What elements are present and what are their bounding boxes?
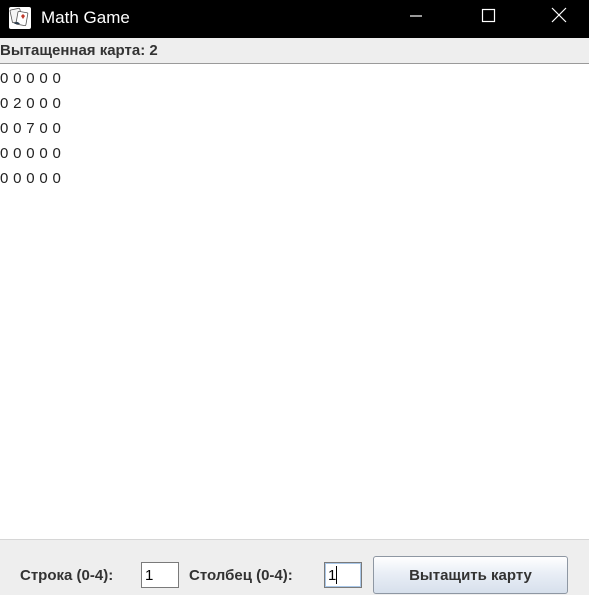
drawn-card-label: Вытащенная карта: 2 [0, 38, 589, 64]
board-row: 0 0 7 0 0 [0, 120, 62, 137]
minimize-button[interactable] [393, 0, 439, 32]
title-bar[interactable]: Math Game [0, 0, 589, 38]
column-label: Столбец (0-4): [189, 567, 293, 584]
row-input[interactable] [141, 562, 179, 588]
board-row: 0 2 0 0 0 [0, 95, 62, 112]
board-row: 0 0 0 0 0 [0, 170, 62, 187]
close-icon [551, 7, 567, 23]
board-row: 0 0 0 0 0 [0, 145, 62, 162]
text-caret [336, 566, 337, 584]
close-button[interactable] [536, 0, 582, 32]
row-label: Строка (0-4): [20, 567, 114, 584]
column-input[interactable] [324, 562, 362, 588]
minimize-icon [410, 15, 422, 17]
game-board: 0 0 0 0 0 0 2 0 0 0 0 0 7 0 0 0 0 0 0 0 … [0, 64, 589, 539]
board-row: 0 0 0 0 0 [0, 70, 62, 87]
maximize-icon [481, 8, 496, 23]
window-title: Math Game [41, 8, 130, 27]
input-panel: Строка (0-4): Столбец (0-4): Вытащить ка… [0, 539, 589, 595]
maximize-button[interactable] [465, 0, 511, 32]
java-cup-icon [9, 7, 31, 29]
draw-card-button[interactable]: Вытащить карту [373, 556, 568, 594]
